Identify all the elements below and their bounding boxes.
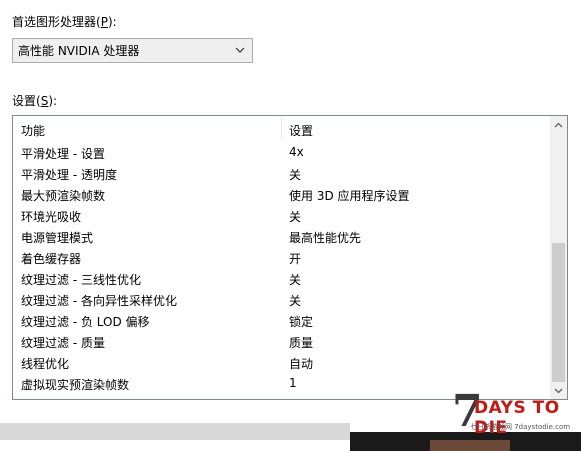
list-item[interactable]: 环境光吸收 关 [13,204,551,225]
column-header-setting[interactable]: 设置 [289,122,313,139]
feature-setting-value[interactable]: 关 [289,208,301,225]
settings-rows: 平滑处理 - 设置 4x 平滑处理 - 透明度关最大预渲染帧数 使用 3D 应用程序设… [13,141,551,393]
feature-setting-value[interactable]: 开 [289,250,301,267]
feature-name: 平滑处理 - 透明度 [21,168,117,182]
settings-label: 设置(S): [12,92,57,109]
feature-name: 环境光吸收 [21,210,82,224]
preferred-gpu-mnemonic: P [100,15,108,29]
feature-setting-value[interactable]: 关 [289,292,301,309]
feature-setting-value[interactable]: 4x [289,145,304,159]
watermark-subtitle: 七日杀游戏网 7daystodie.com [470,423,571,431]
vertical-scrollbar[interactable] [550,116,567,399]
feature-setting-value[interactable]: 锁定 [289,313,313,330]
feature-setting-value[interactable]: 1 [289,376,297,390]
preferred-gpu-label: 首选图形处理器(P): [12,13,117,30]
feature-setting-value[interactable]: 最高性能优先 [289,229,361,246]
list-item[interactable]: 电源管理模式 最高性能优先 [13,225,551,246]
preferred-gpu-label-suffix: ): [107,15,117,29]
list-item[interactable]: 纹理过滤 - 各向异性采样优化 关 [13,288,551,309]
feature-name: 着色缓存器 [21,252,82,266]
preferred-gpu-select[interactable]: 高性能 NVIDIA 处理器 [12,38,253,63]
column-header-feature[interactable]: 功能 [21,122,45,139]
list-item[interactable]: 平滑处理 - 透明度 关 [13,162,551,183]
list-item[interactable]: 纹理过滤 - 三线性优化 关 [13,267,551,288]
feature-name: 电源管理模式 [21,231,94,245]
feature-setting-value[interactable]: 关 [289,166,301,183]
site-watermark-logo: 7 DAYS TO DIE 七日杀游戏网 7daystodie.com [452,390,577,440]
feature-setting-value[interactable]: 关 [289,271,301,288]
feature-setting-value[interactable]: 使用 3D 应用程序设置 [289,187,410,204]
feature-name: 纹理过滤 - 质量 [21,336,105,350]
feature-name: 最大预渲染帧数 [21,189,106,203]
list-item[interactable]: 最大预渲染帧数 使用 3D 应用程序设置 [13,183,551,204]
bottom-image-detail [430,440,510,451]
feature-name: 纹理过滤 - 负 LOD 偏移 [21,315,150,329]
feature-name: 线程优化 [21,357,70,371]
feature-setting-value[interactable]: 自动 [289,355,313,372]
list-item[interactable]: 平滑处理 - 设置 4x [13,141,551,162]
feature-name: 纹理过滤 - 三线性优化 [21,273,141,287]
feature-name: 虚拟现实预渲染帧数 [21,378,130,392]
settings-list[interactable]: 功能 设置 平滑处理 - 设置 4x 平滑处理 - 透明度关最大预渲染帧数 使用 3D… [12,115,568,400]
settings-list-header: 功能 设置 [13,116,551,140]
feature-name: 纹理过滤 - 各向异性采样优化 [21,294,177,308]
list-item[interactable]: 线程优化 自动 [13,351,551,372]
bottom-panel-strip [0,423,350,440]
scrollbar-thumb[interactable] [552,243,565,382]
column-divider[interactable] [281,118,282,138]
scroll-up-button[interactable] [550,116,567,133]
list-item[interactable]: 着色缓存器 开 [13,246,551,267]
settings-label-suffix: ): [48,94,58,108]
chevron-down-icon [235,47,245,53]
feature-setting-value[interactable]: 质量 [289,334,313,351]
feature-name: 平滑处理 - 设置 [21,147,105,161]
list-item[interactable]: 纹理过滤 - 负 LOD 偏移 锁定 [13,309,551,330]
arrow-up-icon [554,122,563,127]
watermark-title: DAYS TO DIE [474,398,560,438]
preferred-gpu-select-value: 高性能 NVIDIA 处理器 [18,44,140,58]
list-item[interactable]: 纹理过滤 - 质量 质量 [13,330,551,351]
settings-label-text: 设置( [12,94,41,108]
preferred-gpu-label-text: 首选图形处理器( [12,15,101,29]
